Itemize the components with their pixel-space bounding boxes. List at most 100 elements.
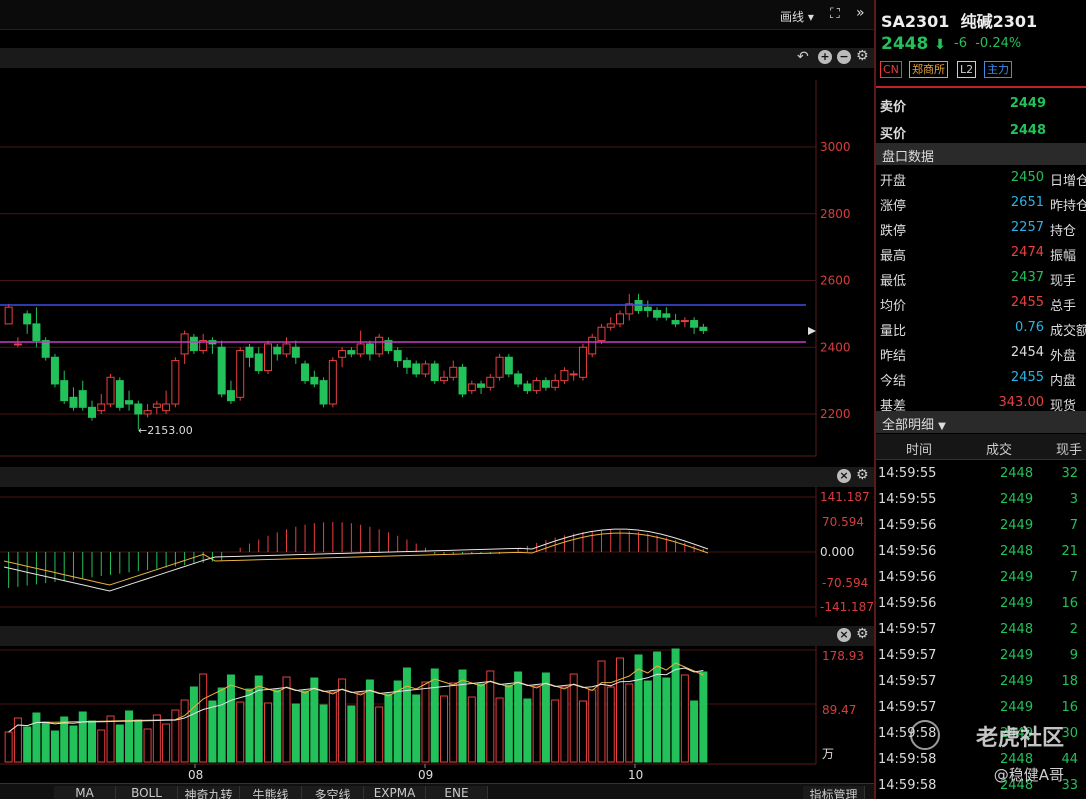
trade-time: 14:59:56 [878,570,937,585]
trade-row: 14:59:56 2449 16 [876,591,1086,617]
volume-bar [514,671,523,763]
price-change: -6 -0.24% [954,36,1022,51]
volume-bar [291,703,300,763]
macd-header: × ⚙ [0,467,874,487]
indicator-tab[interactable]: 多空线 [302,786,364,799]
panel-row: 涨停 2651 昨持仓 [876,191,1086,216]
candle-body [32,323,41,342]
trade-price: 2448 [1000,544,1034,559]
quote-tag: 主力 [984,61,1012,78]
indicator-tab[interactable]: ENE [426,786,488,799]
panel-row-label: 跌停 [880,224,907,239]
candle-body [41,340,50,358]
volume-bar [690,700,699,763]
candle-body [125,400,134,405]
candle-body [282,343,291,355]
panel-row-value: 2450 [1010,170,1044,185]
trade-time: 14:59:57 [878,622,937,637]
x-tick-label: 10 [628,768,643,782]
indicator-tab[interactable]: MA [54,786,116,799]
chart-toolbar: 画线 ▾ ⛶ » [0,0,874,30]
settings-icon[interactable]: ⚙ [856,626,869,642]
expand-icon[interactable]: ⛶ [830,6,840,22]
volume-bar [653,651,662,763]
volume-bar [625,683,634,763]
candle-body [4,306,13,325]
candle-body [162,403,171,412]
main-chart-header: ↶ + − ⚙ [0,48,874,68]
symbol-title: SA2301 纯碱2301 [881,12,1038,31]
trade-price: 2449 [1000,596,1034,611]
trade-row: 14:59:56 2448 21 [876,539,1086,565]
candle-body [504,356,513,375]
last-price: 2448 ⬇ [881,34,946,54]
y-tick-label: 2600 [820,274,851,288]
volume-bar [662,677,671,763]
trade-volume: 18 [1061,674,1078,689]
draw-line-button[interactable]: 画线 ▾ [780,8,814,25]
indicator-tab[interactable]: 神奇九转 [178,786,240,799]
trade-time: 14:59:56 [878,596,937,611]
indicator-manage-button[interactable]: 指标管理 [803,786,865,799]
volume-bar [50,730,59,763]
volume-bar [402,667,411,763]
panel-row-label: 均价 [880,299,907,314]
panel-row: 量比 0.76 成交额 [876,316,1086,341]
volume-chart: 178.93 89.47 万 08 09 10 [0,646,864,782]
panel-row: 今结 2455 内盘 [876,366,1086,391]
candle-body [458,366,467,395]
candle-body [152,403,161,408]
candle-body [449,366,458,378]
trades-section-header[interactable]: 全部明细 ▼ [876,411,1086,433]
close-icon[interactable]: × [837,628,851,642]
divider [876,86,1086,88]
y-tick-label: 2800 [820,207,851,221]
x-tick-label: 08 [188,768,203,782]
undo-icon[interactable]: ↶ [797,49,809,65]
indicator-tab[interactable]: BOLL [116,786,178,799]
candle-body [653,310,662,318]
indicator-tab[interactable]: 牛熊线 [240,786,302,799]
candle-body [88,406,96,418]
volume-bar [264,702,272,763]
trade-price: 2448 [1000,622,1034,637]
volume-bar [671,648,680,763]
candle-body [662,313,671,318]
settings-icon[interactable]: ⚙ [856,467,869,483]
trade-volume: 9 [1069,648,1078,663]
candle-body [541,380,550,388]
trade-price: 2449 [1000,518,1034,533]
panel-row-label2: 总手 [1050,299,1077,314]
volume-bar [180,699,189,763]
volume-bar [412,694,421,763]
panel-row-value: 2454 [1010,345,1044,360]
panel-row-label2: 日增仓 [1050,174,1086,189]
candle-body [264,343,272,372]
volume-bar [217,687,226,763]
panel-row: 开盘 2450 日增仓 [876,166,1086,191]
candle-body [440,376,448,382]
panel-section-header[interactable]: 盘口数据 [876,143,1086,165]
volume-bar [430,668,439,763]
candlestick-chart[interactable]: ←2153.00 3000 2800 2600 2400 2200 [0,68,874,466]
trade-time: 14:59:56 [878,518,937,533]
candle-body [699,326,708,332]
double-chevron-right-icon[interactable]: » [856,5,865,21]
candle-body [106,376,115,405]
close-icon[interactable]: × [837,469,851,483]
zoom-out-icon[interactable]: − [837,50,851,64]
candle-body [532,380,541,392]
volume-bar [199,673,208,763]
candle-body [523,383,532,392]
volume-bar [680,674,689,763]
panel-row-value: 2651 [1010,195,1044,210]
indicator-tab[interactable]: EXPMA [364,786,426,799]
volume-bar [440,695,448,763]
panel-row-label: 今结 [880,374,907,389]
candle-body [347,350,356,355]
panel-row-label: 最高 [880,249,907,264]
volume-bar [477,683,486,763]
zoom-in-icon[interactable]: + [818,50,832,64]
settings-icon[interactable]: ⚙ [856,48,869,64]
candle-body [189,336,198,352]
